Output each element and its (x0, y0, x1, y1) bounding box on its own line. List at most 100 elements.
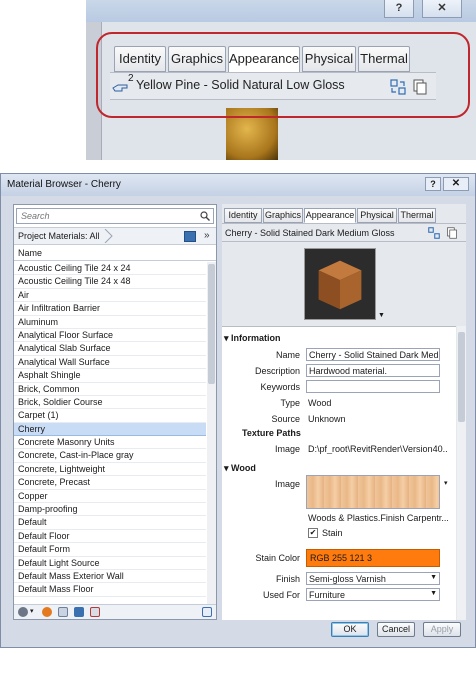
library-breadcrumb-bar: Project Materials: All » (14, 227, 216, 245)
list-item[interactable]: Cherry (14, 422, 206, 437)
replace-asset-icon[interactable] (428, 227, 440, 239)
search-box[interactable] (16, 208, 214, 224)
list-item[interactable]: Default Form (14, 543, 206, 557)
description-field[interactable]: Hardwood material. (306, 364, 440, 377)
help-button[interactable]: ? (425, 177, 441, 191)
finish-select[interactable]: Semi-gloss Varnish ▼ (306, 572, 440, 585)
list-item[interactable]: Air Infiltration Barrier (14, 302, 206, 316)
preview-dropdown-icon[interactable]: ▼ (378, 312, 385, 319)
apply-button[interactable]: Apply (423, 622, 461, 637)
new-material-icon[interactable] (42, 607, 52, 617)
properties-panel: ▾ Information Name Cherry - Solid Staine… (222, 326, 456, 620)
chevron-down-icon: ▼ (430, 574, 437, 581)
list-item[interactable]: Concrete, Lightweight (14, 463, 206, 477)
cancel-button[interactable]: Cancel (377, 622, 415, 637)
texture-image-path[interactable]: D:\pf_root\RevitRender\Version40... (308, 444, 448, 454)
view-options-icon[interactable] (184, 231, 196, 242)
delete-material-icon[interactable] (90, 607, 100, 617)
list-footer-toolbar: ▾ (14, 604, 216, 619)
search-input[interactable] (17, 209, 187, 223)
information-header-label: Information (231, 333, 281, 343)
wood-texture-thumbnail[interactable] (306, 475, 440, 509)
toggle-editor-icon[interactable] (202, 607, 212, 617)
list-item[interactable]: Default (14, 516, 206, 530)
used-for-value: Furniture (309, 590, 346, 600)
tab-graphics[interactable]: Graphics (263, 208, 303, 223)
material-editor-panel: Identity Graphics Appearance Physical Th… (222, 204, 466, 620)
tab-thermal[interactable]: Thermal (398, 208, 436, 223)
source-value: Unknown (308, 414, 346, 424)
dialog-titlebar: Material Browser - Cherry ? ✕ (1, 174, 475, 196)
stain-color-label: Stain Color (255, 553, 300, 563)
source-label: Source (271, 414, 300, 424)
texture-image-label: Image (274, 444, 300, 454)
list-item[interactable]: Air (14, 289, 206, 303)
wood-image-label: Image (274, 479, 300, 489)
list-item[interactable]: Acoustic Ceiling Tile 24 x 48 (14, 275, 206, 289)
asset-bar: Cherry - Solid Stained Dark Medium Gloss (222, 223, 466, 242)
type-label: Type (280, 398, 300, 408)
name-label: Name (275, 350, 300, 360)
scroll-thumb[interactable] (208, 264, 215, 384)
list-item[interactable]: Default Light Source (14, 557, 206, 570)
type-value: Wood (308, 398, 332, 408)
asset-name: Cherry - Solid Stained Dark Medium Gloss (225, 228, 395, 238)
list-item[interactable]: Brick, Common (14, 383, 206, 396)
zoom-callout: ? ✕ Identity Graphics Appearance Physica… (86, 0, 476, 160)
breadcrumb[interactable]: Project Materials: All (18, 231, 100, 241)
list-item[interactable]: Analytical Slab Surface (14, 342, 206, 356)
material-list-scrollbar[interactable] (207, 262, 216, 604)
list-item[interactable]: Acoustic Ceiling Tile 24 x 24 (14, 262, 206, 276)
list-item[interactable]: Copper (14, 490, 206, 504)
dropdown-arrow-icon[interactable]: ▾ (30, 607, 40, 617)
list-item[interactable]: Default Mass Floor (14, 583, 206, 597)
properties-scrollbar[interactable] (457, 326, 466, 620)
name-column-header[interactable]: Name (14, 246, 216, 261)
wood-header-label: Wood (231, 463, 256, 473)
list-item[interactable]: Asphalt Shingle (14, 369, 206, 383)
wood-image-caption: Woods & Plastics.Finish Carpentr... (308, 513, 448, 523)
list-item[interactable]: Aluminum (14, 316, 206, 329)
list-item[interactable]: Damp-proofing (14, 503, 206, 517)
search-icon[interactable] (200, 211, 210, 221)
chevron-down-icon: ▼ (430, 590, 437, 597)
duplicate-asset-icon[interactable] (446, 227, 458, 239)
dialog-title: Material Browser - Cherry (7, 179, 121, 190)
material-preview-swatch[interactable] (304, 248, 376, 320)
stain-checkbox[interactable]: ✔ (308, 528, 318, 538)
finish-value: Semi-gloss Varnish (309, 574, 386, 584)
zoom-close-button[interactable]: ✕ (422, 0, 462, 18)
expand-chevron-icon[interactable]: » (204, 230, 210, 241)
ok-button[interactable]: OK (331, 622, 369, 637)
keywords-label: Keywords (260, 382, 300, 392)
list-item[interactable]: Default Floor (14, 530, 206, 544)
wood-section-header[interactable]: ▾ Wood (224, 463, 256, 474)
keywords-field[interactable] (306, 380, 440, 393)
stain-color-swatch[interactable]: RGB 255 121 3 (306, 549, 440, 567)
list-item[interactable]: Concrete, Cast-in-Place gray (14, 449, 206, 463)
list-item[interactable]: Concrete Masonry Units (14, 436, 206, 450)
list-item[interactable]: Concrete, Precast (14, 476, 206, 490)
close-button[interactable]: ✕ (443, 177, 469, 191)
description-label: Description (254, 366, 300, 376)
material-browser-dialog: Material Browser - Cherry ? ✕ Project Ma… (0, 173, 476, 648)
wood-image-dropdown-icon[interactable]: ▾ (444, 479, 448, 487)
tab-identity[interactable]: Identity (224, 208, 262, 223)
gear-icon[interactable] (18, 607, 28, 617)
name-field[interactable]: Cherry - Solid Stained Dark Med... (306, 348, 440, 361)
scroll-thumb[interactable] (458, 332, 465, 422)
used-for-select[interactable]: Furniture ▼ (306, 588, 440, 601)
breadcrumb-arrow-icon (104, 229, 113, 243)
open-asset-browser-icon[interactable] (58, 607, 68, 617)
list-item[interactable]: Default Mass Exterior Wall (14, 570, 206, 584)
tab-appearance[interactable]: Appearance (304, 208, 356, 223)
finish-label: Finish (275, 574, 300, 584)
zoom-help-button[interactable]: ? (384, 0, 414, 18)
material-editor-icon[interactable] (74, 607, 84, 617)
list-item[interactable]: Analytical Wall Surface (14, 356, 206, 370)
list-item[interactable]: Carpet (1) (14, 409, 206, 423)
list-item[interactable]: Analytical Floor Surface (14, 329, 206, 343)
tab-physical[interactable]: Physical (357, 208, 397, 223)
information-section-header[interactable]: ▾ Information (224, 333, 281, 344)
list-item[interactable]: Brick, Soldier Course (14, 396, 206, 410)
